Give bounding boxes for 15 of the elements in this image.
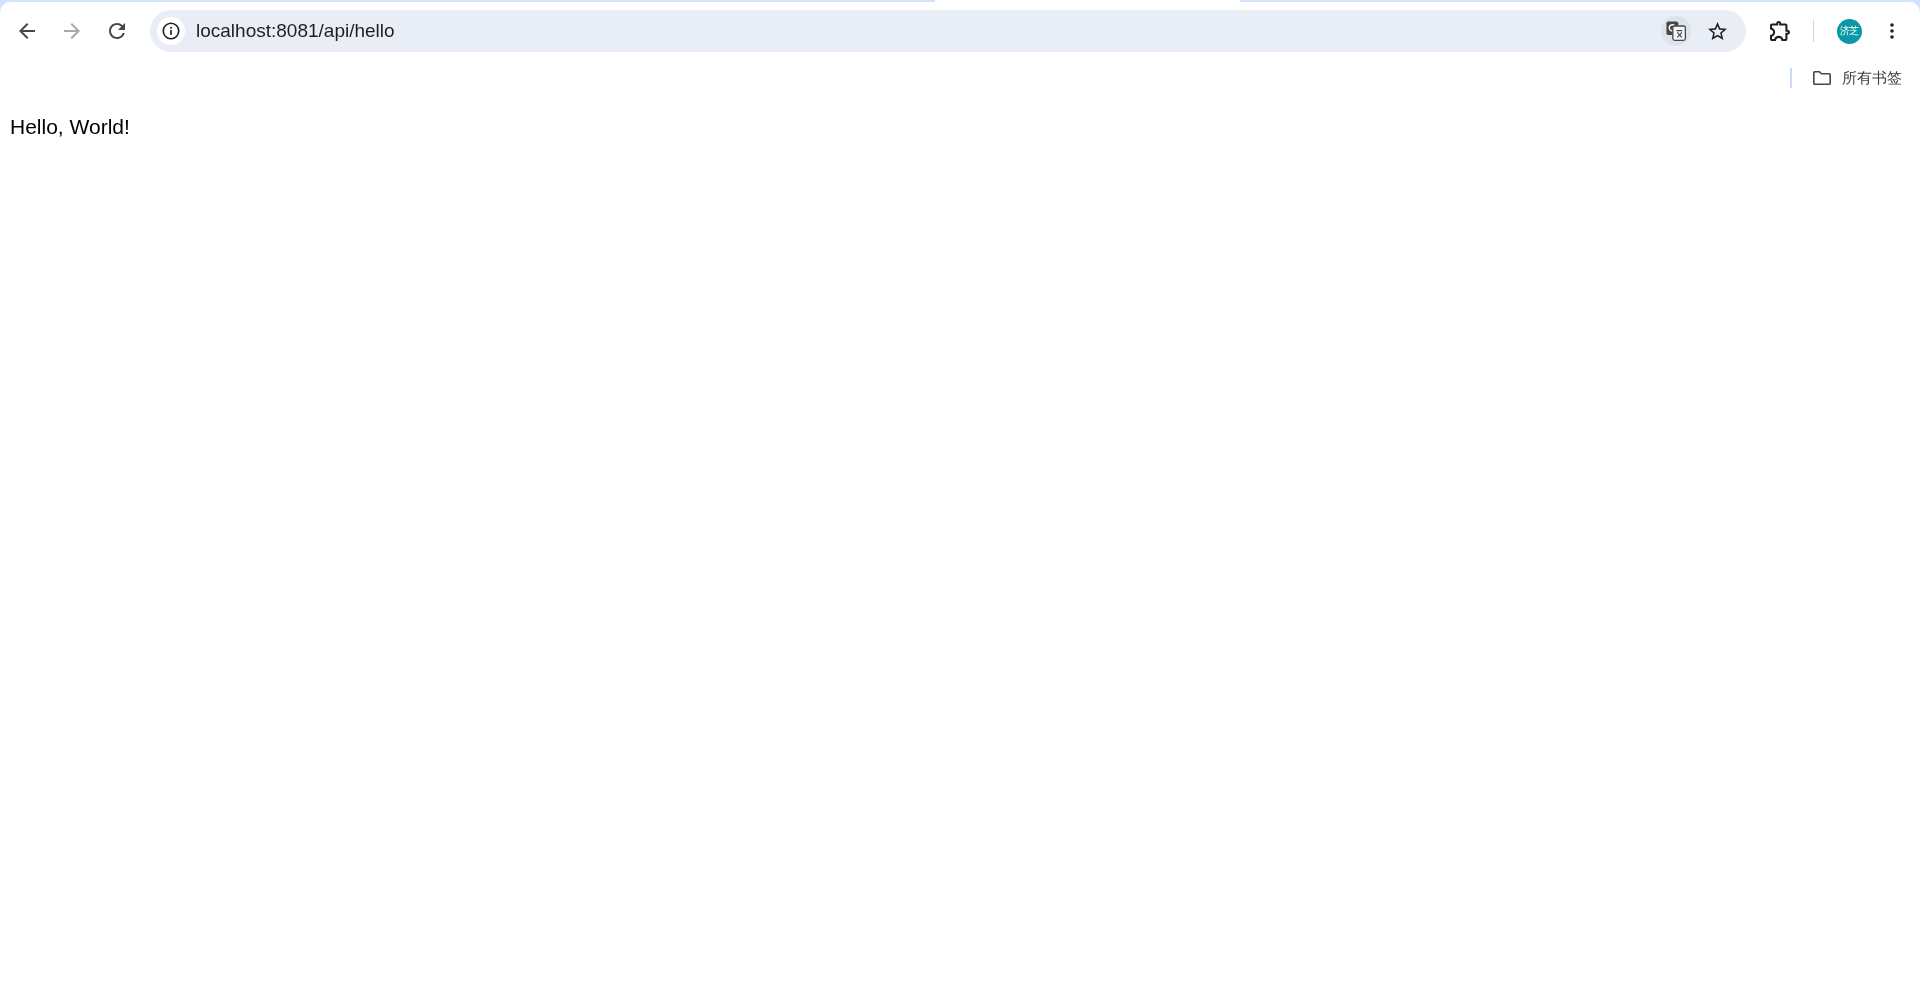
puzzle-icon: [1770, 21, 1790, 41]
translate-icon: [1666, 21, 1686, 41]
page-text: Hello, World!: [10, 115, 130, 139]
url-text: localhost:8081/api/hello: [196, 20, 396, 42]
forward-arrow-icon: [64, 23, 80, 39]
site-info-button[interactable]: [157, 17, 185, 45]
bookmarks-folder-button[interactable]: 所有书签: [1806, 64, 1908, 92]
info-icon: [162, 22, 180, 40]
translate-button[interactable]: [1661, 16, 1691, 46]
address-bar[interactable]: localhost:8081/api/hello: [150, 10, 1746, 52]
star-icon: [1707, 22, 1727, 40]
back-arrow-icon: [19, 23, 35, 39]
reload-icon: [109, 23, 125, 39]
folder-icon: [1812, 70, 1832, 86]
menu-icon: [1890, 23, 1894, 39]
